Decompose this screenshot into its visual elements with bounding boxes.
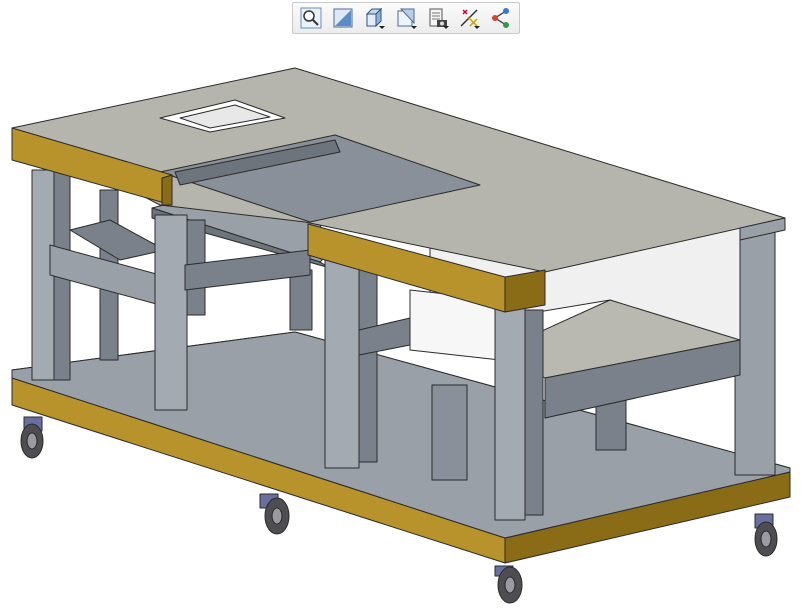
- caster-front-right: [494, 565, 523, 604]
- cart-3d-model[interactable]: [0, 36, 805, 609]
- dropdown-arrow-icon: [474, 26, 481, 29]
- top-left-side-edge: [161, 174, 173, 206]
- top-right-side-edge: [504, 269, 546, 313]
- view-settings-button[interactable]: [423, 3, 453, 33]
- leg-back-mid: [289, 269, 313, 331]
- magnifier-icon: [300, 7, 322, 29]
- dropdown-arrow-icon: [442, 26, 449, 29]
- zoom-to-fit-button[interactable]: [296, 3, 326, 33]
- caster-front-left: [20, 416, 44, 459]
- leg-right-back: [431, 384, 468, 481]
- leg-mid-c: [324, 257, 360, 469]
- dropdown-arrow-icon: [379, 26, 386, 29]
- zoom-to-area-button[interactable]: [328, 3, 358, 33]
- apply-scene-button[interactable]: [486, 3, 516, 33]
- view-toolbar: [292, 2, 520, 34]
- graphics-viewport[interactable]: [0, 36, 805, 609]
- leg-mid-d: [358, 261, 378, 463]
- leg-right-front-a: [494, 304, 526, 521]
- leg-mid-a: [154, 214, 188, 411]
- caster-front-mid: [259, 493, 290, 535]
- caster-back-right: [754, 513, 778, 557]
- leg-back-right-b: [734, 224, 776, 476]
- zoom-area-icon: [333, 8, 353, 28]
- dropdown-arrow-icon: [410, 26, 417, 29]
- scene-icon: [492, 8, 510, 28]
- leg-right-front-b: [524, 309, 544, 516]
- hide-show-items-button[interactable]: [455, 3, 485, 33]
- display-style-button[interactable]: [391, 3, 421, 33]
- view-orientation-button[interactable]: [359, 3, 389, 33]
